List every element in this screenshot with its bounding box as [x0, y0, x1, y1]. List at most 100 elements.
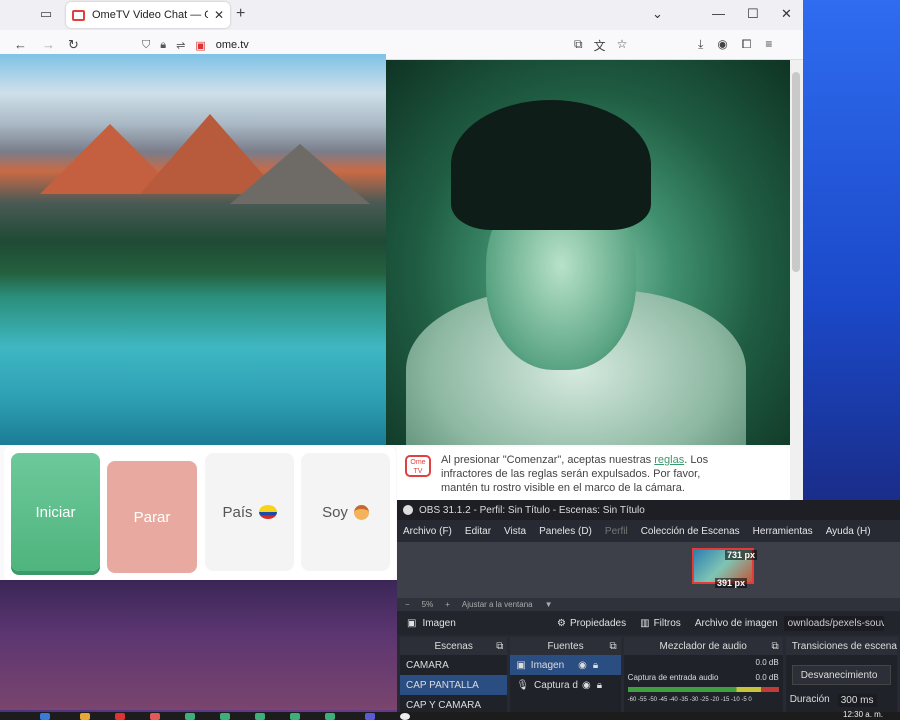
- taskbar-app-icon[interactable]: [115, 713, 125, 720]
- downloads-icon[interactable]: ⤓: [698, 37, 703, 52]
- dock-undock-icon[interactable]: ⧉: [496, 641, 503, 652]
- gender-button[interactable]: Soy: [301, 453, 390, 571]
- menu-scene-collection[interactable]: Colección de Escenas: [641, 526, 740, 537]
- new-tab-icon[interactable]: +: [236, 5, 245, 23]
- zoom-in-button[interactable]: +: [445, 600, 450, 609]
- lock-icon[interactable]: 🔒︎: [593, 660, 598, 671]
- scene-item[interactable]: CAP PANTALLA: [400, 675, 508, 695]
- visibility-eye-icon[interactable]: ◉: [582, 680, 591, 691]
- back-icon[interactable]: ←: [14, 37, 27, 52]
- minimize-icon[interactable]: —: [712, 6, 725, 21]
- toolbar-actions: ⤓ ◉ ⧠ ≡: [698, 37, 772, 52]
- tab-ometv[interactable]: OmeTV Video Chat — Omegle ✕: [66, 2, 230, 28]
- scenes-dock-title: Escenas ⧉: [400, 637, 508, 655]
- filters-label: Filtros: [653, 617, 681, 629]
- tab-list-icon[interactable]: ▭: [36, 6, 56, 24]
- obs-zoom-bar: − 5% + Ajustar a la ventana ▼: [397, 598, 900, 611]
- permissions-icon[interactable]: ⇌: [176, 39, 185, 52]
- obs-taskbar-icon[interactable]: [400, 713, 410, 720]
- obs-source-toolbar: ▣ Imagen ⚙ Propiedades ▥ Filtros Archivo…: [397, 611, 900, 635]
- transition-select[interactable]: Desvanecimiento: [791, 665, 891, 685]
- dock-undock-icon[interactable]: ⧉: [772, 641, 779, 652]
- mixer-channel-row: Captura de entrada audio 0.0 dB: [624, 670, 783, 685]
- person-cap: [451, 100, 651, 230]
- browser-window: ▭ OmeTV Video Chat — Omegle ✕ + ⌄ — ☐ ✕ …: [0, 0, 803, 580]
- properties-button[interactable]: ⚙ Propiedades: [557, 618, 626, 629]
- colombia-flag-icon: [258, 505, 277, 519]
- mixer-channel-db: 0.0 dB: [755, 673, 779, 682]
- chat-controls: Iniciar Parar País Soy: [4, 447, 396, 580]
- lock-icon[interactable]: 🔒︎: [160, 39, 166, 52]
- stop-button[interactable]: Parar: [107, 461, 197, 573]
- lock-icon[interactable]: 🔒︎: [597, 680, 602, 691]
- taskbar-app-icon[interactable]: [365, 713, 375, 720]
- source-item[interactable]: ▣ Imagen ◉ 🔒︎: [510, 655, 621, 675]
- rules-link[interactable]: reglas: [654, 454, 684, 466]
- duration-row: Duración 300 ms: [786, 691, 897, 710]
- obs-preview-canvas[interactable]: 731 px 391 px: [397, 542, 900, 598]
- menu-profile[interactable]: Perfil: [605, 526, 628, 537]
- close-window-icon[interactable]: ✕: [781, 6, 792, 22]
- menu-icon[interactable]: ≡: [765, 37, 772, 52]
- taskbar-app-icon[interactable]: [290, 713, 300, 720]
- scene-item[interactable]: CAMARA: [400, 655, 507, 675]
- tab-bar: ▭ OmeTV Video Chat — Omegle ✕ + ⌄ — ☐ ✕: [0, 0, 803, 30]
- url-bar-actions: ⧉ 文 ☆: [574, 37, 627, 54]
- properties-label: Propiedades: [569, 617, 627, 629]
- menu-help[interactable]: Ayuda (H): [826, 526, 871, 537]
- image-file-path[interactable]: ownloads/pexels-souv: [783, 615, 884, 631]
- tab-overflow-chevron-icon[interactable]: ⌄: [652, 6, 663, 22]
- transition-value: Desvanecimiento: [800, 669, 878, 681]
- menu-file[interactable]: Archivo (F): [403, 526, 452, 537]
- reload-icon[interactable]: ↻: [68, 37, 79, 53]
- close-tab-icon[interactable]: ✕: [214, 8, 224, 22]
- filters-button[interactable]: ▥ Filtros: [640, 618, 681, 629]
- translate-icon[interactable]: 文: [594, 37, 606, 54]
- taskbar-app-icon[interactable]: [80, 713, 90, 720]
- dock-undock-icon[interactable]: ⧉: [610, 641, 617, 652]
- source-item[interactable]: 🎙︎ Captura d ◉ 🔒︎: [510, 675, 620, 695]
- forward-icon[interactable]: →: [42, 37, 55, 52]
- menu-tools[interactable]: Herramientas: [753, 526, 813, 537]
- taskbar-app-icon[interactable]: [185, 713, 195, 720]
- start-button[interactable]: Iniciar: [11, 453, 100, 571]
- duration-label: Duración: [789, 694, 830, 705]
- image-file-label: Archivo de imagen: [694, 617, 778, 629]
- gear-icon: ⚙: [557, 617, 566, 629]
- menu-view[interactable]: Vista: [504, 526, 526, 537]
- selected-source-name: Imagen: [422, 617, 456, 629]
- menu-edit[interactable]: Editar: [465, 526, 491, 537]
- taskbar-app-icon[interactable]: [150, 713, 160, 720]
- desktop-wallpaper-right: [800, 0, 900, 500]
- source-name: Imagen: [530, 659, 565, 671]
- microphone-icon: 🎙︎: [516, 679, 530, 691]
- screen-share-icon[interactable]: ⧉: [574, 37, 583, 54]
- taskbar-app-icon[interactable]: [325, 713, 335, 720]
- scrollbar-thumb[interactable]: [792, 72, 800, 272]
- page-scrollbar[interactable]: [790, 60, 803, 500]
- taskbar-app-icon[interactable]: [40, 713, 50, 720]
- image-source-icon: ▣: [407, 617, 417, 629]
- extensions-icon[interactable]: ⧠: [742, 37, 752, 52]
- zoom-dropdown-icon[interactable]: ▼: [545, 600, 553, 609]
- source-name: Captura d: [534, 679, 578, 691]
- shield-icon[interactable]: ⛉: [142, 39, 150, 52]
- sources-dock-title: Fuentes ⧉: [510, 637, 621, 655]
- country-button[interactable]: País: [205, 453, 294, 571]
- account-icon[interactable]: ◉: [717, 37, 727, 52]
- width-readout: 731 px: [725, 550, 758, 560]
- menu-docks[interactable]: Paneles (D): [539, 526, 592, 537]
- bookmark-star-icon[interactable]: ☆: [617, 37, 628, 54]
- duration-input[interactable]: 300 ms: [837, 694, 877, 707]
- taskbar-app-icon[interactable]: [220, 713, 230, 720]
- maximize-icon[interactable]: ☐: [747, 6, 759, 22]
- obs-title: OBS 31.1.2 - Perfil: Sin Título - Escena…: [419, 504, 645, 516]
- visibility-eye-icon[interactable]: ◉: [578, 660, 587, 671]
- zoom-out-button[interactable]: −: [405, 600, 410, 609]
- transitions-dock-title: Transiciones de escena: [785, 637, 897, 655]
- taskbar-app-icon[interactable]: [255, 713, 265, 720]
- gender-label: Soy: [322, 503, 348, 521]
- chat-rules-message: Al presionar "Comenzar", aceptas nuestra…: [441, 453, 733, 495]
- ometv-favicon-icon: [72, 9, 85, 21]
- fit-window-option[interactable]: Ajustar a la ventana: [462, 600, 533, 609]
